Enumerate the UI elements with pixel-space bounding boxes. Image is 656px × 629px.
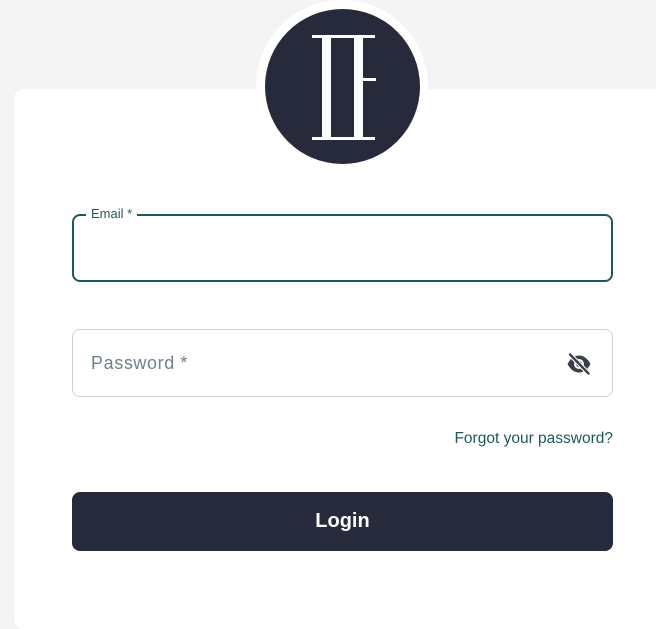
login-button[interactable]: Login <box>72 492 613 551</box>
monogram-logo-icon <box>265 9 420 164</box>
password-field[interactable] <box>72 329 613 397</box>
eye-slash-icon[interactable] <box>566 352 592 376</box>
password-input[interactable] <box>73 330 612 396</box>
email-input[interactable] <box>74 216 611 280</box>
email-field[interactable]: Email * <box>72 206 613 282</box>
forgot-password-link[interactable]: Forgot your password? <box>454 430 613 448</box>
